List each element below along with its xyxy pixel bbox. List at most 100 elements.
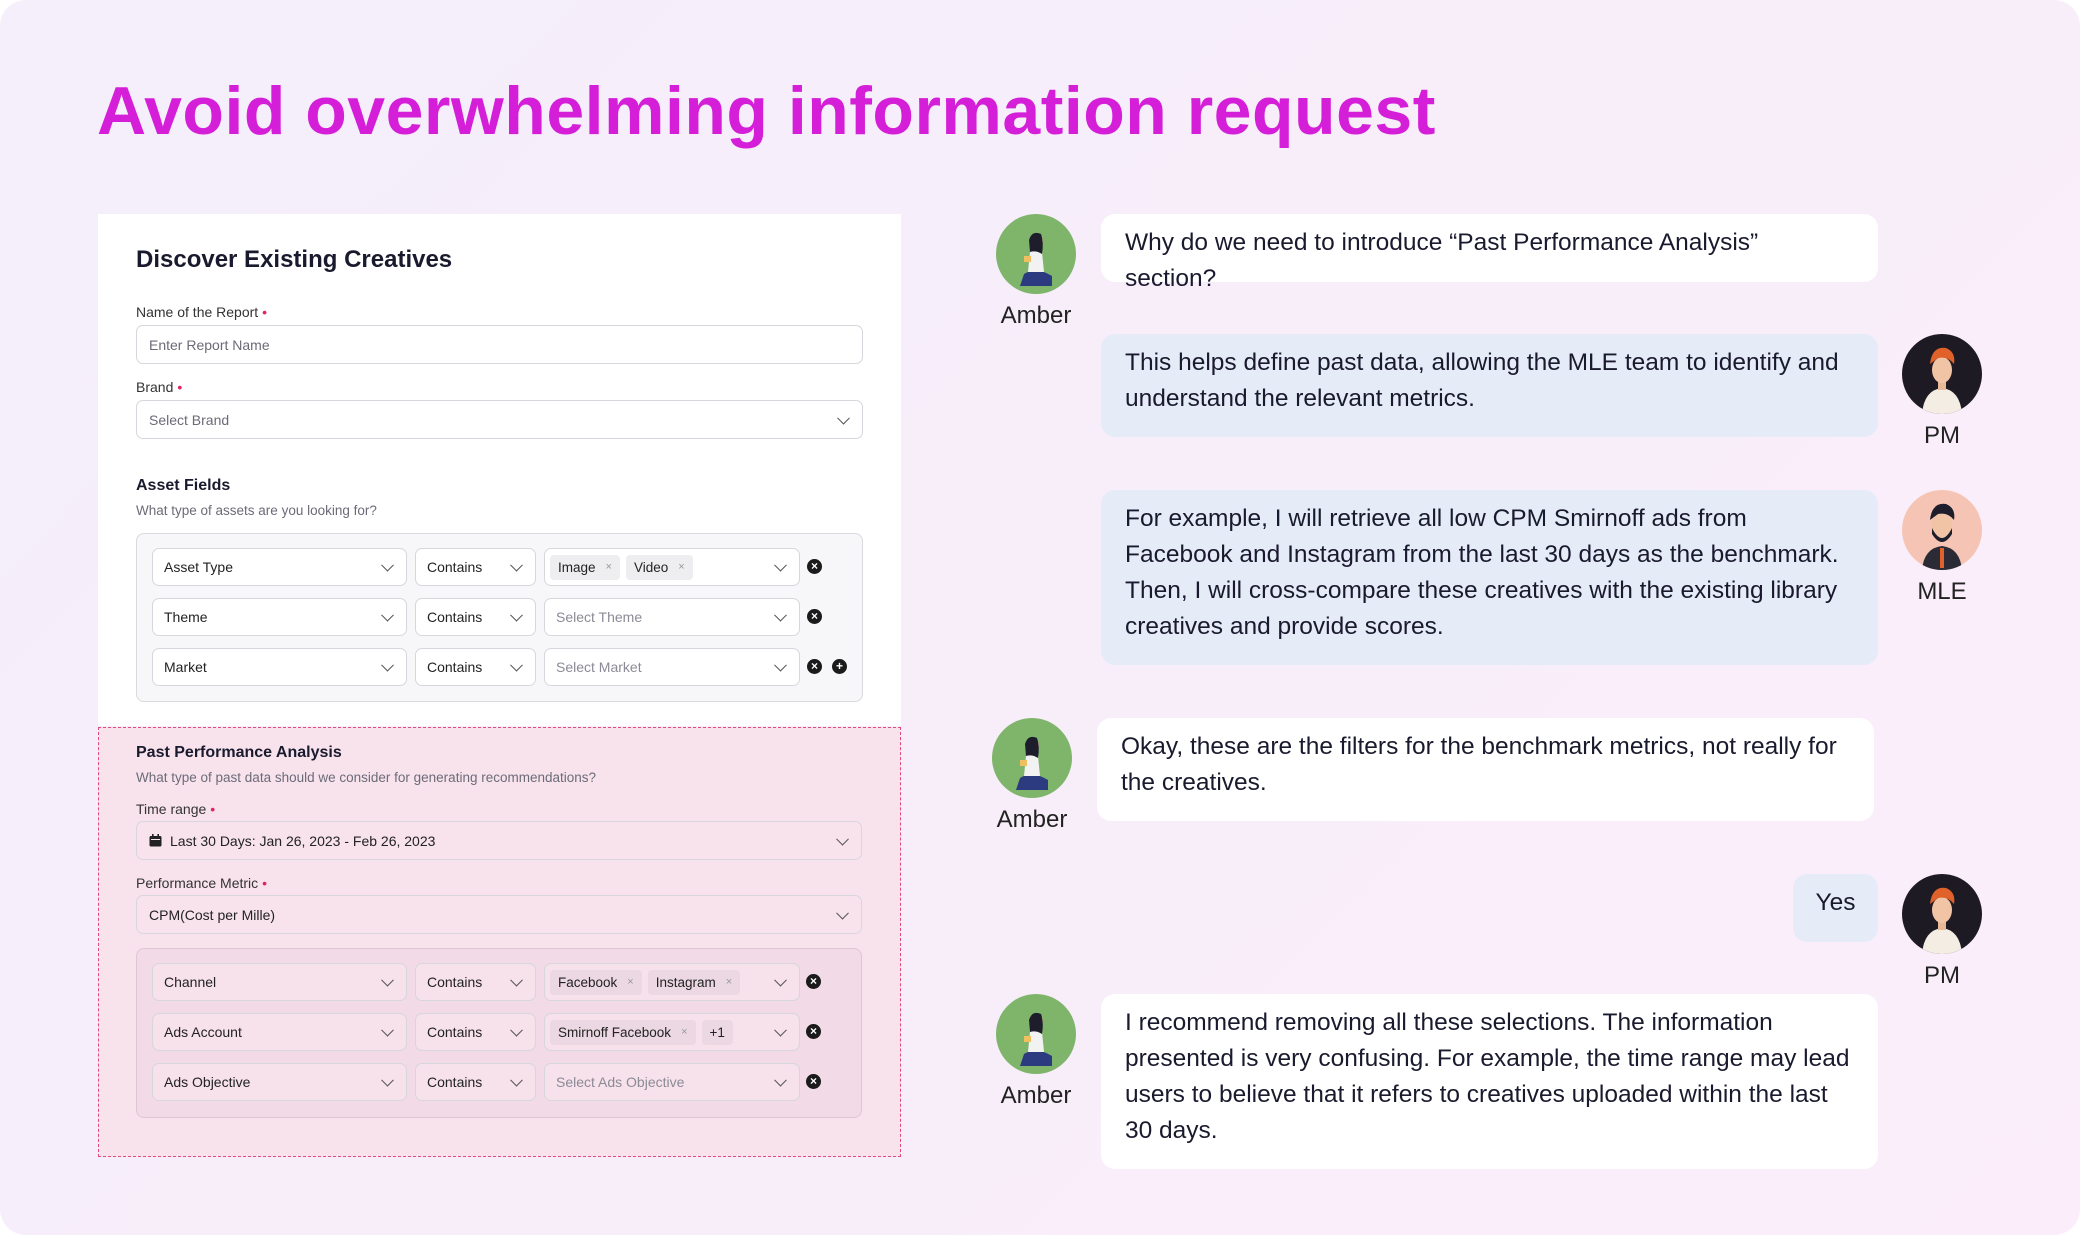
market-select[interactable]: Market	[152, 648, 407, 686]
market-operator[interactable]: Contains	[415, 648, 536, 686]
channel-operator[interactable]: Contains	[415, 963, 536, 1001]
remove-row-icon[interactable]: ×	[807, 659, 822, 674]
asset-filter-box: Asset Type Contains Image × Video × × Them…	[136, 533, 863, 702]
chevron-down-icon	[510, 608, 523, 622]
brand-select[interactable]: Select Brand	[136, 400, 863, 439]
channel-values[interactable]: Facebook × Instagram ×	[544, 963, 800, 1001]
remove-row-icon[interactable]: ×	[806, 1024, 821, 1039]
chevron-down-icon	[774, 658, 787, 672]
time-range-label: Time range •	[136, 801, 216, 817]
chevron-down-icon	[510, 558, 523, 572]
slide: Avoid overwhelming information request D…	[0, 0, 2080, 1235]
remove-chip-icon[interactable]: ×	[606, 561, 612, 573]
speaker-name: Amber	[996, 806, 1068, 833]
form-panel: Discover Existing Creatives Name of the …	[98, 214, 901, 726]
more-count-badge: +1	[701, 1019, 733, 1045]
theme-values[interactable]: Select Theme	[544, 598, 800, 636]
chevron-down-icon	[381, 973, 394, 987]
chevron-down-icon	[381, 1023, 394, 1037]
man-avatar-icon	[1922, 347, 1962, 414]
asset-type-values[interactable]: Image × Video ×	[544, 548, 800, 586]
metric-label: Performance Metric •	[136, 875, 268, 891]
chip-image: Image ×	[550, 554, 620, 580]
chevron-down-icon	[381, 608, 394, 622]
chip-instagram: Instagram ×	[647, 969, 741, 995]
brand-label: Brand •	[136, 379, 183, 395]
remove-row-icon[interactable]: ×	[807, 609, 822, 624]
asset-fields-title: Asset Fields	[136, 477, 231, 494]
past-performance-section: Past Performance Analysis What type of p…	[98, 727, 901, 1157]
ads-objective-operator[interactable]: Contains	[415, 1063, 536, 1101]
past-filter-box: Channel Contains Facebook × Instagram × × …	[136, 948, 862, 1118]
chat-message: Why do we need to introduce “Past Perfor…	[1101, 214, 1878, 292]
speaker-name: MLE	[1917, 578, 1967, 605]
chevron-down-icon	[510, 1023, 523, 1037]
form-title: Discover Existing Creatives	[136, 246, 453, 273]
ads-account-values[interactable]: Smirnoff Facebook × +1	[544, 1013, 800, 1051]
amber-avatar	[992, 718, 1072, 798]
chat-message: For example, I will retrieve all low CPM…	[1101, 490, 1878, 665]
chevron-down-icon	[774, 1073, 787, 1087]
chat-message: Yes	[1793, 874, 1878, 942]
chevron-down-icon	[837, 411, 850, 425]
chevron-down-icon	[381, 658, 394, 672]
chevron-down-icon	[774, 608, 787, 622]
mle-avatar	[1902, 490, 1982, 570]
speaker-name: PM	[1924, 422, 1960, 449]
report-name-input[interactable]: Enter Report Name	[136, 325, 863, 364]
time-range-select[interactable]: Last 30 Days: Jan 26, 2023 - Feb 26, 202…	[136, 821, 862, 860]
speaker-name: Amber	[1000, 302, 1072, 329]
metric-value: CPM(Cost per Mille)	[149, 906, 276, 923]
chat-message: Okay, these are the filters for the benc…	[1097, 718, 1874, 821]
channel-select[interactable]: Channel	[152, 963, 407, 1001]
pm-avatar	[1902, 334, 1982, 414]
remove-chip-icon[interactable]: ×	[681, 1026, 687, 1038]
woman-avatar-icon	[1020, 232, 1052, 286]
remove-row-icon[interactable]: ×	[807, 559, 822, 574]
asset-type-select[interactable]: Asset Type	[152, 548, 407, 586]
time-range-value: Last 30 Days: Jan 26, 2023 - Feb 26, 202…	[170, 832, 436, 849]
past-title: Past Performance Analysis	[136, 744, 342, 761]
ads-objective-select[interactable]: Ads Objective	[152, 1063, 407, 1101]
remove-chip-icon[interactable]: ×	[678, 561, 684, 573]
metric-select[interactable]: CPM(Cost per Mille)	[136, 895, 862, 934]
chevron-down-icon	[510, 1073, 523, 1087]
chip-facebook: Facebook ×	[550, 969, 642, 995]
calendar-icon	[149, 834, 162, 847]
asset-type-operator[interactable]: Contains	[415, 548, 536, 586]
chat-message: I recommend removing all these selection…	[1101, 994, 1878, 1169]
chevron-down-icon	[836, 906, 849, 920]
chevron-down-icon	[836, 832, 849, 846]
ads-account-operator[interactable]: Contains	[415, 1013, 536, 1051]
amber-avatar	[996, 214, 1076, 294]
theme-select[interactable]: Theme	[152, 598, 407, 636]
remove-chip-icon[interactable]: ×	[627, 976, 633, 988]
chip-smirnoff-facebook: Smirnoff Facebook ×	[550, 1019, 696, 1045]
pm-avatar	[1902, 874, 1982, 954]
chip-video: Video ×	[625, 554, 693, 580]
chevron-down-icon	[774, 973, 787, 987]
man-avatar-icon	[1922, 887, 1962, 954]
headline: Avoid overwhelming information request	[97, 73, 1436, 149]
ads-objective-values[interactable]: Select Ads Objective	[544, 1063, 800, 1101]
chat-message: This helps define past data, allowing th…	[1101, 334, 1878, 437]
bearded-man-avatar-icon	[1922, 503, 1962, 570]
woman-avatar-icon	[1020, 1012, 1052, 1066]
market-values[interactable]: Select Market	[544, 648, 800, 686]
remove-row-icon[interactable]: ×	[806, 974, 821, 989]
remove-row-icon[interactable]: ×	[806, 1074, 821, 1089]
theme-operator[interactable]: Contains	[415, 598, 536, 636]
chevron-down-icon	[774, 1023, 787, 1037]
speaker-name: Amber	[1000, 1082, 1072, 1109]
asset-fields-subtitle: What type of assets are you looking for?	[136, 503, 377, 518]
report-name-placeholder: Enter Report Name	[149, 336, 270, 353]
add-row-icon[interactable]: +	[832, 659, 847, 674]
report-name-label: Name of the Report •	[136, 304, 268, 320]
ads-account-select[interactable]: Ads Account	[152, 1013, 407, 1051]
chevron-down-icon	[381, 558, 394, 572]
chevron-down-icon	[510, 973, 523, 987]
past-subtitle: What type of past data should we conside…	[136, 770, 597, 785]
remove-chip-icon[interactable]: ×	[726, 976, 732, 988]
chevron-down-icon	[510, 658, 523, 672]
chevron-down-icon	[774, 558, 787, 572]
